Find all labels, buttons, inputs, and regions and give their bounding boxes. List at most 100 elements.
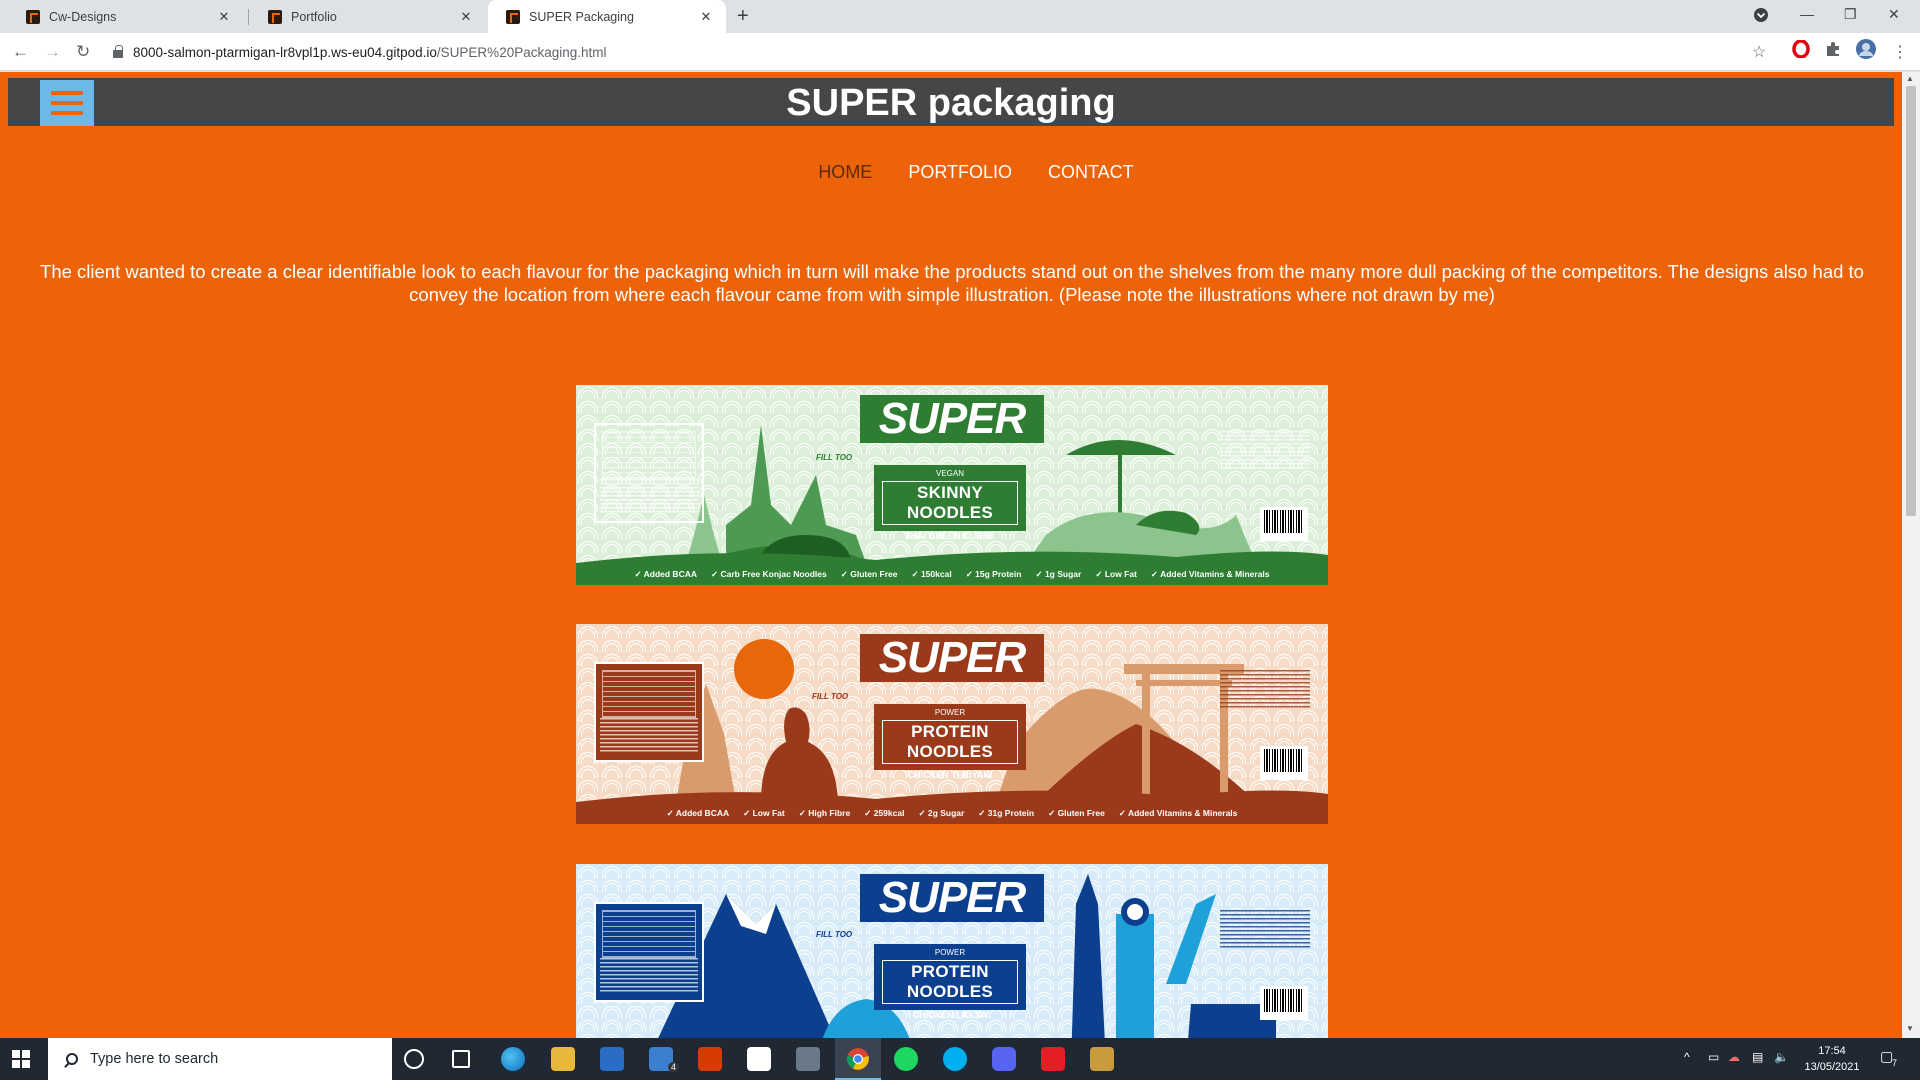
claim: Added Vitamins & Minerals — [1151, 569, 1269, 580]
clock-date: 13/05/2021 — [1804, 1061, 1860, 1073]
tab-super-packaging[interactable]: SUPER Packaging ✕ — [488, 0, 726, 33]
page-scrollbar[interactable]: ▲ ▼ — [1902, 72, 1920, 1038]
claim: Added BCAA — [667, 808, 729, 819]
office-icon[interactable] — [698, 1047, 722, 1071]
extensions-puzzle-icon[interactable] — [1824, 40, 1842, 63]
product-kind: POWER — [934, 708, 966, 717]
product-flavour: CHICKEN TERIYAKI — [907, 770, 993, 780]
product-kind: POWER — [934, 948, 966, 957]
super-logo: SUPER — [878, 873, 1027, 922]
windows-taskbar: Type here to search 4 ^ ▭ ☁ ▤ 🔈 17:54 13… — [0, 1038, 1920, 1080]
site-navigation: HOME PORTFOLIO CONTACT — [0, 162, 1902, 183]
microsoft-store-icon[interactable] — [600, 1047, 624, 1071]
site-header: SUPER packaging — [8, 78, 1894, 126]
product-name: PROTEIN NOODLES — [882, 960, 1018, 1004]
tab-cw-designs[interactable]: Cw-Designs ✕ — [8, 0, 244, 33]
product-info-text — [1220, 670, 1310, 710]
super-logo-box: SUPER — [860, 394, 1044, 443]
clock-time: 17:54 — [1818, 1045, 1846, 1057]
product-info-text — [1220, 431, 1310, 471]
edge-browser-icon[interactable] — [501, 1047, 525, 1071]
spotify-icon[interactable] — [894, 1047, 918, 1071]
chrome-icon — [846, 1048, 869, 1070]
adobe-app-icon[interactable] — [1041, 1047, 1065, 1071]
claim: 2g Sugar — [918, 808, 964, 819]
product-name: SKINNY NOODLES — [882, 481, 1018, 525]
search-icon — [66, 1053, 78, 1065]
claim: 15g Protein — [966, 569, 1021, 580]
address-bar[interactable]: 8000-salmon-ptarmigan-lr8vpl1p.ws-eu04.g… — [107, 37, 1777, 67]
onedrive-icon[interactable]: ☁ — [1728, 1050, 1740, 1064]
site-favicon-icon — [26, 9, 40, 24]
lock-icon[interactable] — [113, 45, 123, 58]
close-icon[interactable]: ✕ — [216, 9, 232, 25]
nutrition-facts-panel — [594, 902, 704, 1002]
window-close-icon[interactable]: ✕ — [1888, 6, 1900, 23]
nav-link-home[interactable]: HOME — [818, 162, 872, 183]
product-label: POWER PROTEIN NOODLES CHICKEN TERIYAKI — [874, 704, 1026, 780]
claim: Added Vitamins & Minerals — [1119, 808, 1237, 819]
page-viewport: SUPER packaging HOME PORTFOLIO CONTACT T… — [0, 72, 1902, 1038]
notification-badge: 7 — [1892, 1058, 1898, 1068]
claim: Carb Free Konjac Noodles — [711, 569, 826, 580]
windows-start-button[interactable] — [12, 1050, 30, 1068]
product-label: POWER PROTEIN NOODLES CHICKEN LAKSA — [874, 944, 1026, 1020]
skype-icon[interactable] — [943, 1047, 967, 1071]
browser-menu-icon[interactable]: ⋮ — [1892, 42, 1908, 62]
task-view-icon[interactable] — [452, 1050, 470, 1068]
reload-icon[interactable]: ↻ — [76, 42, 90, 62]
fill-too-label: FILL TOO — [816, 453, 853, 462]
close-icon[interactable]: ✕ — [458, 9, 474, 25]
project-description: The client wanted to create a clear iden… — [40, 261, 1864, 305]
forward-arrow-icon[interactable]: → — [44, 42, 61, 62]
tab-title: SUPER Packaging — [529, 9, 634, 24]
chrome-taskbar-button[interactable] — [835, 1038, 881, 1080]
scrollbar-thumb[interactable] — [1906, 86, 1916, 516]
packaging-image-chicken-teriyaki: FILL TOO SUPER POWER PROTEIN NOODLES CHI… — [576, 624, 1328, 824]
site-favicon-icon — [506, 9, 520, 24]
capcut-icon[interactable] — [747, 1047, 771, 1071]
bookmark-star-icon[interactable]: ☆ — [1752, 42, 1766, 62]
product-flavour: CHICKEN LAKSA — [912, 1010, 988, 1020]
nav-link-portfolio[interactable]: PORTFOLIO — [908, 162, 1012, 183]
discord-icon[interactable] — [992, 1047, 1016, 1071]
barcode — [1260, 507, 1308, 541]
back-arrow-icon[interactable]: ← — [12, 42, 29, 62]
super-logo-box: SUPER — [860, 873, 1044, 922]
claim: Gluten Free — [841, 569, 897, 580]
league-of-legends-icon[interactable] — [1090, 1047, 1114, 1071]
taskbar-search-box[interactable]: Type here to search — [48, 1038, 392, 1080]
network-icon[interactable]: ▤ — [1752, 1050, 1763, 1064]
product-name: PROTEIN NOODLES — [882, 720, 1018, 764]
packaging-image-chicken-laksa: FILL TOO SUPER POWER PROTEIN NOODLES CHI… — [576, 864, 1328, 1038]
product-kind: VEGAN — [935, 469, 964, 478]
claim: Low Fat — [743, 808, 785, 819]
show-hidden-icons-chevron-icon[interactable]: ^ — [1684, 1050, 1690, 1064]
tab-portfolio[interactable]: Portfolio ✕ — [250, 0, 486, 33]
snipping-tool-icon[interactable] — [796, 1047, 820, 1071]
tab-search-icon[interactable] — [1752, 6, 1770, 27]
restore-icon[interactable]: ❐ — [1844, 6, 1857, 23]
search-placeholder: Type here to search — [90, 1051, 219, 1067]
profile-avatar[interactable] — [1856, 39, 1876, 64]
new-tab-button[interactable]: + — [737, 5, 749, 28]
close-icon[interactable]: ✕ — [698, 9, 714, 25]
cortana-icon[interactable] — [404, 1049, 424, 1069]
scroll-down-arrow-icon[interactable]: ▼ — [1906, 1024, 1914, 1033]
browser-toolbar: ← → ↻ 8000-salmon-ptarmigan-lr8vpl1p.ws-… — [0, 33, 1920, 71]
claim: 150kcal — [911, 569, 952, 580]
file-explorer-icon[interactable] — [551, 1047, 575, 1071]
product-info-text — [1220, 910, 1310, 950]
claim: Added BCAA — [634, 569, 697, 580]
volume-icon[interactable]: 🔈 — [1774, 1050, 1789, 1064]
scroll-up-arrow-icon[interactable]: ▲ — [1906, 74, 1914, 83]
nav-link-contact[interactable]: CONTACT — [1048, 162, 1134, 183]
opera-extension-icon[interactable] — [1792, 39, 1810, 63]
super-logo: SUPER — [878, 394, 1027, 443]
tab-title: Cw-Designs — [49, 9, 117, 24]
mail-badge: 4 — [668, 1062, 680, 1072]
meet-now-icon[interactable]: ▭ — [1708, 1050, 1719, 1064]
site-favicon-icon — [268, 9, 282, 24]
system-clock[interactable]: 17:54 13/05/2021 — [1800, 1043, 1864, 1075]
minimize-icon[interactable]: — — [1800, 6, 1814, 22]
